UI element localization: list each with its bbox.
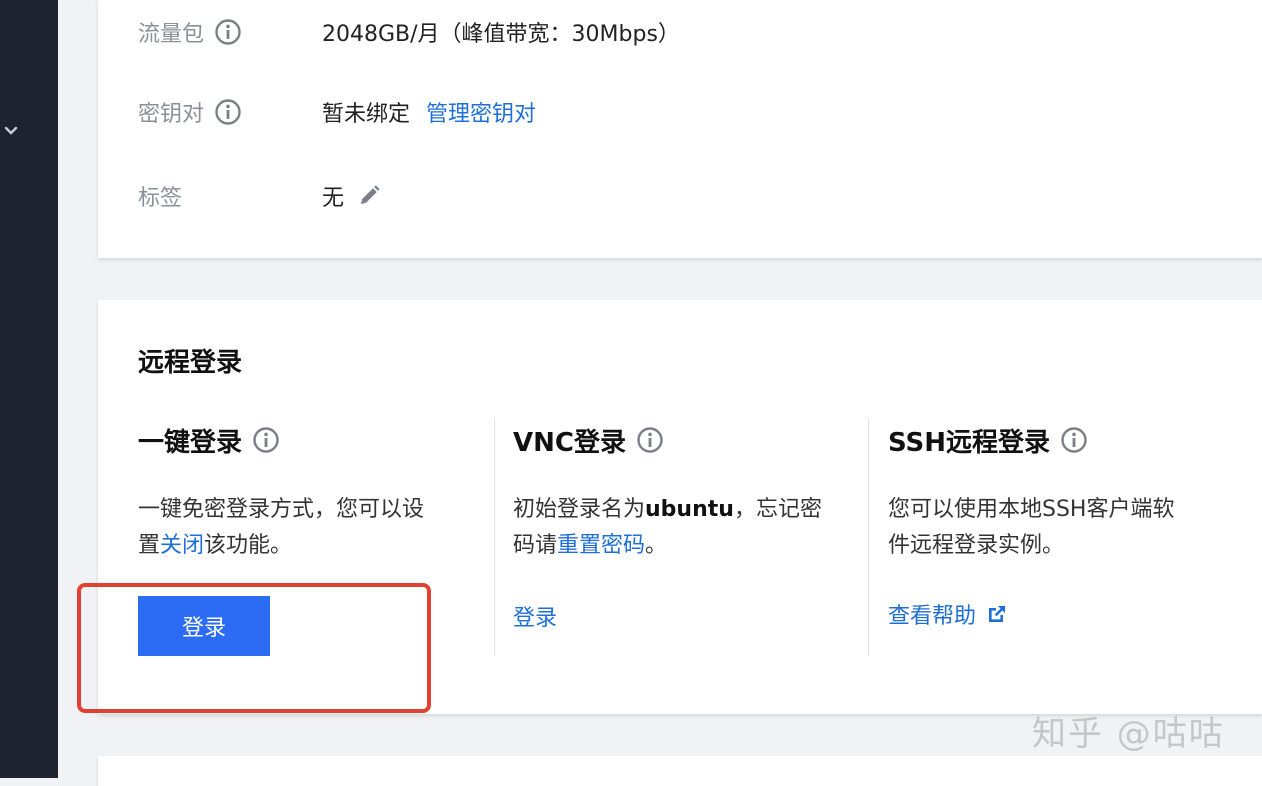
default-username: ubuntu [645, 497, 734, 522]
vnc-login-link[interactable]: 登录 [513, 600, 557, 632]
view-help-label: 查看帮助 [888, 604, 977, 629]
vnc-login-description: 初始登录名为ubuntu，忘记密 码请重置密码。 [513, 497, 822, 558]
next-card [98, 756, 1262, 786]
disable-feature-link[interactable]: 关闭 [160, 533, 204, 558]
vnc-login-column: VNC登录 初始登录名为ubuntu，忘记密 码请重置密码。 [513, 418, 843, 564]
reset-password-link[interactable]: 重置密码 [557, 533, 645, 558]
keypair-value: 暂未绑定 [322, 102, 411, 127]
watermark: 知乎 @咕咕 [1032, 714, 1225, 754]
tags-label: 标签 [138, 186, 183, 211]
keypair-label: 密钥对 [138, 102, 205, 127]
chevron-down-icon[interactable] [2, 122, 20, 140]
pencil-icon[interactable] [356, 183, 382, 209]
sidebar [0, 0, 58, 778]
info-circle-icon[interactable] [1060, 426, 1088, 454]
one-click-login-column: 一键登录 一键免密登录方式，您可以设 置关闭该功能。 [138, 418, 468, 564]
section-title: 远程登录 [138, 348, 243, 378]
traffic-label: 流量包 [138, 22, 205, 47]
traffic-value: 2048GB/月（峰值带宽：30Mbps） [322, 22, 680, 47]
tags-row: 标签 无 [138, 176, 382, 216]
column-divider [868, 418, 869, 656]
instance-config-card: 流量包 2048GB/月（峰值带宽：30Mbps） 密钥对 暂未绑定 管理密钥对… [98, 0, 1262, 258]
external-link-icon [989, 606, 1006, 622]
keypair-row: 密钥对 暂未绑定 管理密钥对 [138, 92, 536, 132]
tags-value: 无 [322, 186, 345, 211]
one-click-login-description: 一键免密登录方式，您可以设 置关闭该功能。 [138, 497, 425, 558]
view-help-link[interactable]: 查看帮助 [888, 598, 1008, 630]
info-circle-icon[interactable] [636, 426, 664, 454]
manage-keypair-link[interactable]: 管理密钥对 [426, 96, 536, 128]
column-divider [494, 418, 495, 656]
one-click-login-title: 一键登录 [138, 427, 243, 458]
ssh-login-title: SSH远程登录 [888, 427, 1051, 458]
vnc-login-title: VNC登录 [513, 427, 626, 458]
ssh-login-column: SSH远程登录 您可以使用本地SSH客户端软 件远程登录实例。 [888, 418, 1218, 564]
info-circle-icon[interactable] [214, 18, 242, 46]
ssh-login-description: 您可以使用本地SSH客户端软 件远程登录实例。 [888, 497, 1175, 558]
traffic-row: 流量包 2048GB/月（峰值带宽：30Mbps） [138, 12, 680, 52]
info-circle-icon[interactable] [252, 426, 280, 454]
highlight-annotation [77, 583, 431, 713]
info-circle-icon[interactable] [214, 98, 242, 126]
